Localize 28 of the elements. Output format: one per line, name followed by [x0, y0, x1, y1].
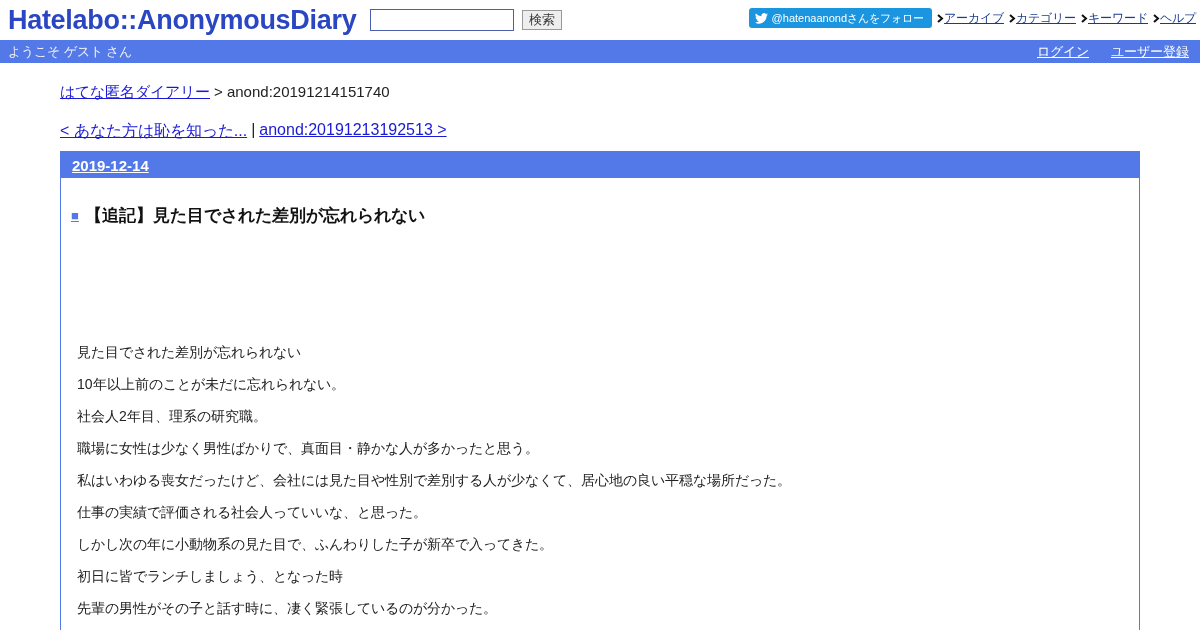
breadcrumb-current: > anond:20191214151740 [214, 83, 390, 102]
greeting-text: ようこそ ゲスト さん [8, 42, 133, 61]
account-link[interactable]: ログイン [1037, 42, 1089, 61]
account-link[interactable]: ユーザー登録 [1111, 42, 1189, 61]
breadcrumb-link[interactable]: はてな匿名ダイアリー [60, 83, 210, 102]
body-paragraph: しかし次の年に小動物系の見た目で、ふんわりした子が新卒で入ってきた。 [77, 535, 554, 554]
bird-icon [754, 12, 768, 24]
nav-link[interactable]: アーカイブ [944, 9, 1004, 27]
body-paragraph: 職場に女性は少なく男性ばかりで、真面目・静かな人が多かったと思う。 [77, 439, 540, 458]
site-logo[interactable]: Hatelabo::AnonymousDiary [8, 4, 357, 36]
body-paragraph: 先輩の男性がその子と話す時に、凄く緊張しているのが分かった。 [77, 599, 498, 618]
body-paragraph: 仕事の実績で評価される社会人っていいな、と思った。 [77, 503, 428, 522]
body-paragraph: 10年以上前のことが未だに忘れられない。 [77, 375, 346, 394]
search-field[interactable] [370, 9, 515, 31]
body-paragraph: 見た目でされた差別が忘れられない [77, 343, 302, 362]
entry-title: 【追記】見た目でされた差別が忘れられない [84, 205, 425, 227]
nav-link[interactable]: カテゴリー [1016, 9, 1076, 27]
body-paragraph: 社会人2年目、理系の研究職。 [77, 407, 268, 426]
nav-link[interactable]: キーワード [1088, 9, 1148, 27]
nav-link[interactable]: ヘルプ [1160, 9, 1196, 27]
previous-link[interactable]: < あなた方は恥を知った... [60, 121, 248, 142]
permalink[interactable]: ■ [71, 208, 79, 223]
body-paragraph: 初日に皆でランチしましょう、となった時 [77, 567, 344, 586]
body-paragraph: 私はいわゆる喪女だったけど、会社には見た目や性別で差別する人が少なくて、居心地の良い平穏な場所だった。 [77, 471, 792, 490]
date-link[interactable]: 2019-12-14 [72, 156, 149, 174]
pager-separator: | [251, 121, 256, 140]
search-button[interactable]: 検索 [522, 10, 563, 30]
next-link[interactable]: anond:20191213192513 > [259, 121, 447, 142]
